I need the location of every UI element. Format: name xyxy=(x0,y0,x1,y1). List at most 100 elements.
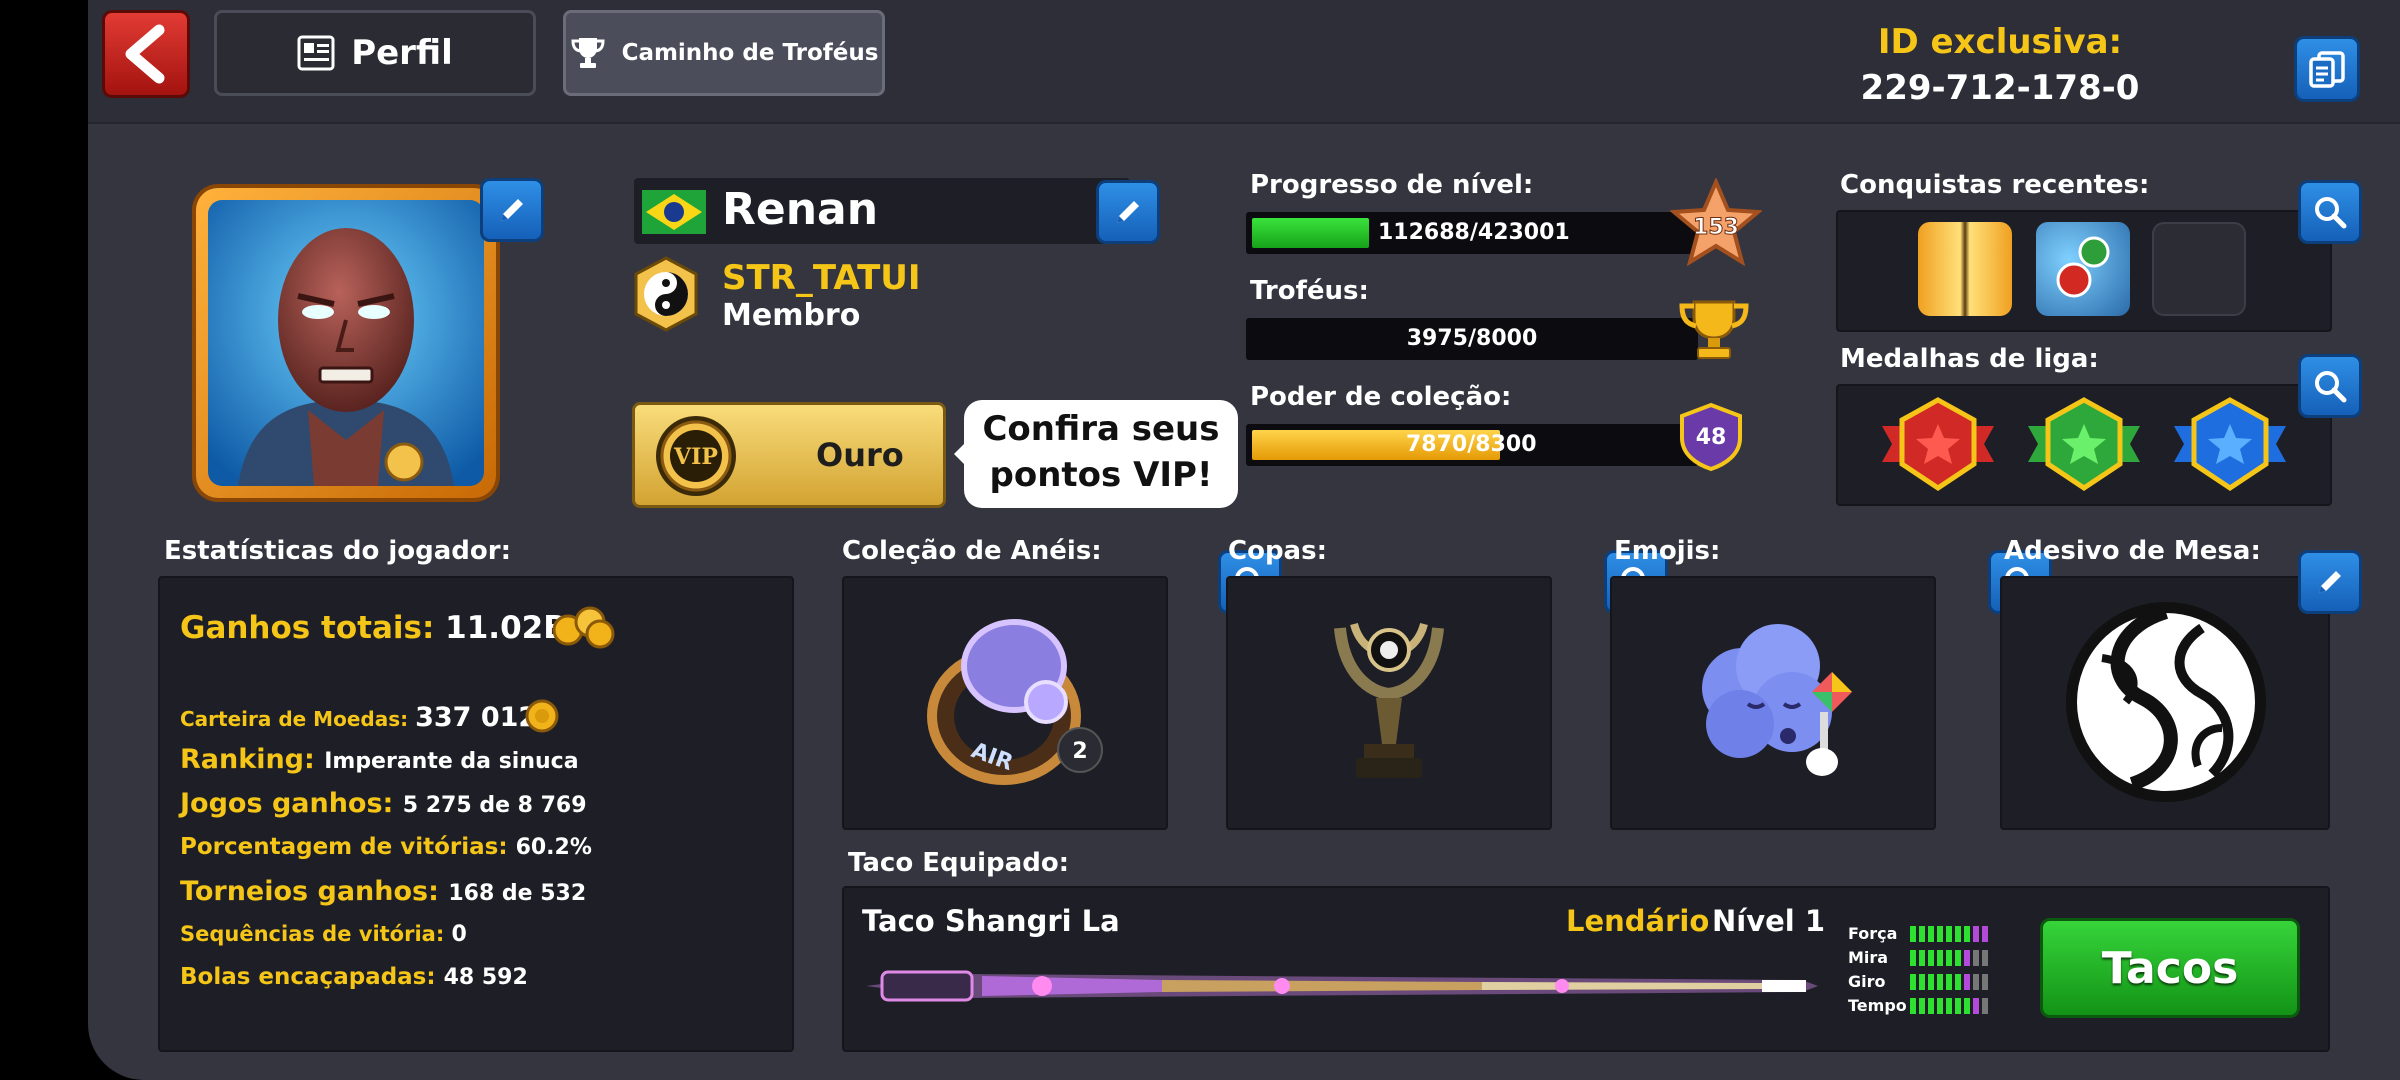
ring-count: 2 xyxy=(1072,739,1087,764)
level-star-icon: 153 xyxy=(1670,178,1762,266)
equipped-cue-label: Taco Equipado: xyxy=(848,848,1070,878)
league-medals-label: Medalhas de liga: xyxy=(1840,344,2099,374)
ranking-value: Imperante da sinuca xyxy=(324,749,579,774)
collection-shield-icon: 48 xyxy=(1680,402,1742,472)
pencil-icon xyxy=(501,199,523,221)
table-sticker-label: Adesivo de Mesa: xyxy=(2004,536,2261,566)
pencil-icon xyxy=(2319,571,2341,593)
level-progress-bar: 112688/423001 xyxy=(1246,212,1698,254)
win-streak-row: Sequências de vitória: 0 xyxy=(180,922,467,947)
unique-id-value: 229-712-178-0 xyxy=(1860,68,2140,108)
edit-avatar-button[interactable] xyxy=(480,178,544,242)
player-name: Renan xyxy=(722,184,879,235)
search-icon xyxy=(2315,197,2347,229)
trophies-label: Troféus: xyxy=(1250,276,1369,306)
club-badge-icon[interactable] xyxy=(632,256,700,332)
level-progress-value: 112688/423001 xyxy=(1378,220,1570,245)
vip-bubble-line1: Confira seus xyxy=(982,409,1220,449)
games-won-row: Jogos ganhos: 5 275 de 8 769 xyxy=(180,788,587,819)
green-medal-icon[interactable] xyxy=(2024,396,2144,492)
balls-potted-value: 48 592 xyxy=(443,965,528,990)
collection-power-value: 7870/8300 xyxy=(1406,432,1537,457)
emojis-label: Emojis: xyxy=(1614,536,1721,566)
tab-trophy-road-label: Caminho de Troféus xyxy=(621,40,879,66)
total-earnings-row: Ganhos totais: 11.02B xyxy=(180,610,567,646)
cue-force-meter xyxy=(1910,926,1988,942)
achievement-table-icon[interactable] xyxy=(2036,222,2130,316)
avatar-portrait-icon xyxy=(208,200,484,486)
cue-time-meter xyxy=(1910,998,1988,1014)
search-achievements-button[interactable] xyxy=(2298,180,2362,244)
cues-button[interactable]: Tacos xyxy=(2040,918,2300,1018)
achievement-cue-icon[interactable] xyxy=(1918,222,2012,316)
vip-medal-icon: VIP xyxy=(656,416,736,496)
club-name[interactable]: STR_TATUI xyxy=(722,258,921,298)
red-medal-icon[interactable] xyxy=(1878,396,1998,492)
cue-spin-meter xyxy=(1910,974,1988,990)
tournaments-won-label: Torneios ganhos: xyxy=(180,876,439,907)
club-role: Membro xyxy=(722,298,861,333)
vip-badge-text: VIP xyxy=(673,444,718,470)
wallet-row: Carteira de Moedas: 337 012 xyxy=(180,702,537,733)
brazil-flag-icon xyxy=(642,190,706,234)
cue-aim-meter xyxy=(1910,950,1988,966)
tournaments-won-row: Torneios ganhos: 168 de 532 xyxy=(180,876,586,907)
search-icon xyxy=(2315,371,2347,403)
collection-power-label: Poder de coleção: xyxy=(1250,382,1512,412)
cue-level: Nível 1 xyxy=(1712,904,1825,938)
collection-power-bar: 7870/8300 xyxy=(1246,424,1698,466)
recent-achievements-label: Conquistas recentes: xyxy=(1840,170,2150,200)
back-button[interactable] xyxy=(102,10,190,98)
wallet-value: 337 012 xyxy=(415,702,538,733)
player-name-bar xyxy=(634,178,1130,244)
cue-stick-icon xyxy=(866,970,1818,1002)
win-streak-label: Sequências de vitória: xyxy=(180,922,445,946)
coin-icon xyxy=(525,699,559,733)
coins-pile-icon xyxy=(552,606,615,649)
trophies-value: 3975/8000 xyxy=(1406,326,1538,351)
unique-id-label: ID exclusiva: xyxy=(1877,22,2123,62)
cue-time-label: Tempo xyxy=(1848,996,1907,1015)
total-earnings-label: Ganhos totais: xyxy=(180,610,435,646)
achievement-empty-slot xyxy=(2152,222,2246,316)
trophy-gold-icon xyxy=(1679,300,1749,359)
profile-screen: Perfil Caminho de Troféus ID exclusiva: … xyxy=(88,0,2400,1080)
edit-name-button[interactable] xyxy=(1096,180,1160,244)
player-avatar[interactable] xyxy=(196,188,496,498)
copy-icon xyxy=(2309,51,2345,88)
cue-aim-label: Mira xyxy=(1848,948,1889,967)
level-number: 153 xyxy=(1693,215,1739,240)
balls-potted-row: Bolas encaçapadas: 48 592 xyxy=(180,964,528,990)
profile-card-icon xyxy=(297,35,335,71)
vip-bubble-line2: pontos VIP! xyxy=(989,455,1213,495)
balls-potted-label: Bolas encaçapadas: xyxy=(180,964,436,990)
collection-badge-number: 48 xyxy=(1696,425,1727,450)
trophy-icon xyxy=(571,38,605,68)
cue-rarity: Lendário xyxy=(1566,904,1710,938)
win-streak-value: 0 xyxy=(451,922,467,947)
vip-tier-label: Ouro xyxy=(816,436,904,474)
sticker-emblem-icon xyxy=(2066,602,2266,802)
win-percentage-row: Porcentagem de vitórias: 60.2% xyxy=(180,834,592,860)
tab-trophy-road[interactable]: Caminho de Troféus xyxy=(563,10,885,96)
tournaments-won-value: 168 de 532 xyxy=(448,881,587,906)
tab-profile-label: Perfil xyxy=(351,33,453,73)
ring-icon: AIR 2 xyxy=(927,619,1103,785)
copy-id-button[interactable] xyxy=(2294,36,2360,102)
edit-sticker-button[interactable] xyxy=(2298,550,2362,614)
search-league-medals-button[interactable] xyxy=(2298,354,2362,418)
level-progress-label: Progresso de nível: xyxy=(1250,170,1534,200)
cue-force-label: Força xyxy=(1848,924,1898,943)
games-won-value: 5 275 de 8 769 xyxy=(402,793,587,818)
back-arrow-icon xyxy=(125,24,165,84)
cloud-emoji-icon xyxy=(1702,624,1852,776)
vip-points-bubble[interactable]: Confira seus pontos VIP! xyxy=(954,400,1238,508)
trophies-bar: 3975/8000 xyxy=(1246,318,1698,360)
player-stats-title: Estatísticas do jogador: xyxy=(164,536,512,566)
blue-medal-icon[interactable] xyxy=(2170,396,2290,492)
tab-profile[interactable]: Perfil xyxy=(214,10,536,96)
cup-trophy-icon xyxy=(1334,622,1444,778)
win-percentage-value: 60.2% xyxy=(515,835,592,860)
pencil-icon xyxy=(1117,201,1139,223)
ranking-row: Ranking: Imperante da sinuca xyxy=(180,744,579,775)
